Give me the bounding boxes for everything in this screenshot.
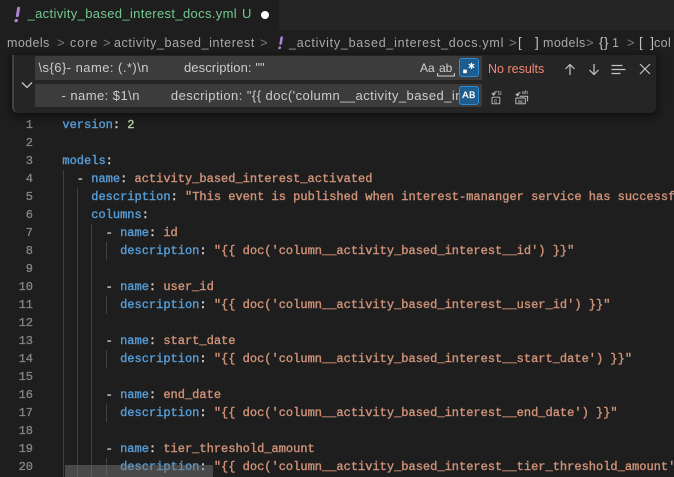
svg-text:ac: ac	[518, 99, 524, 105]
svg-text:b: b	[498, 90, 502, 97]
svg-text:ab: ab	[522, 90, 528, 96]
